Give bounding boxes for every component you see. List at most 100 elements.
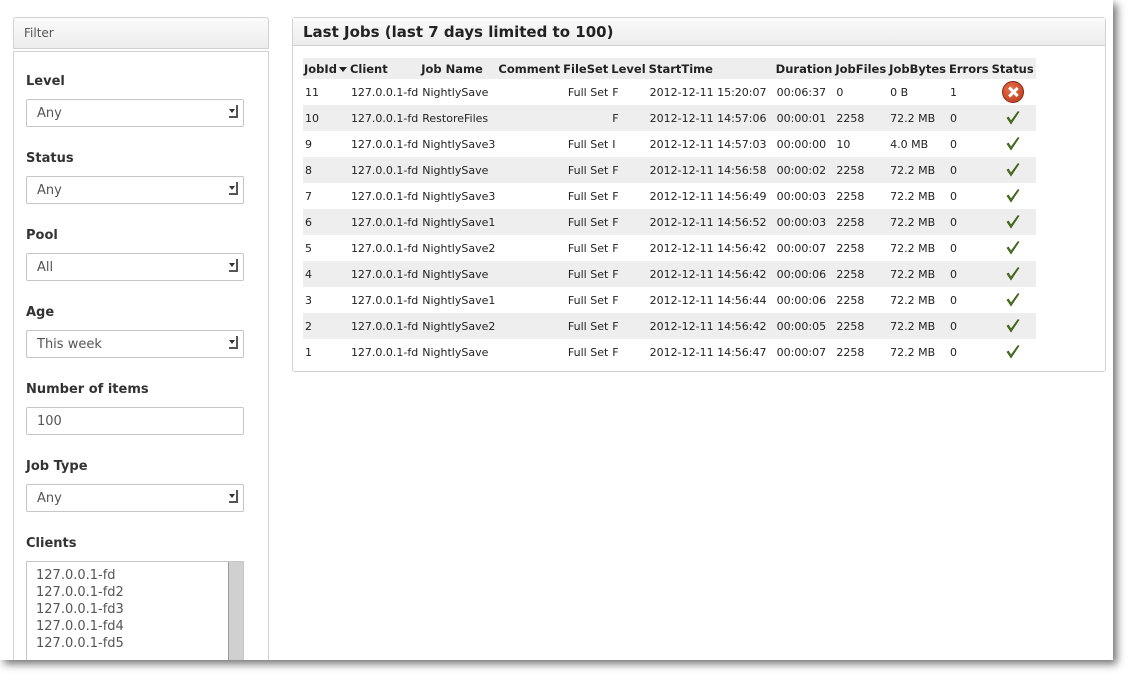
- table-row[interactable]: 5 127.0.0.1-fd NightlySave2 Full Set F 2012-1…: [303, 235, 1036, 261]
- cell-fileset: Full Set: [562, 339, 611, 365]
- col-header-client[interactable]: Client: [348, 58, 421, 79]
- table-row[interactable]: 8 127.0.0.1-fd NightlySave Full Set F 2012-12…: [303, 157, 1036, 183]
- client-option[interactable]: 127.0.0.1-fd4: [36, 618, 243, 635]
- jobtype-select[interactable]: Any: [26, 484, 244, 512]
- clients-scrollbar[interactable]: [228, 562, 243, 660]
- cell-fileset: Full Set: [562, 209, 611, 235]
- cell-comment: [497, 79, 563, 105]
- pool-select[interactable]: All: [26, 253, 244, 281]
- cell-status: [990, 131, 1036, 157]
- cell-duration: 00:00:03: [774, 183, 835, 209]
- cell-duration: 00:00:06: [774, 287, 835, 313]
- table-row[interactable]: 10 127.0.0.1-fd RestoreFiles F 2012-12-11 14…: [303, 105, 1036, 131]
- cell-jobname[interactable]: NightlySave3: [420, 183, 498, 209]
- col-header-jobname[interactable]: Job Name: [420, 58, 498, 79]
- filter-header[interactable]: Filter: [13, 17, 269, 49]
- client-option[interactable]: 127.0.0.1-fd5: [36, 635, 243, 652]
- cell-level: F: [610, 157, 648, 183]
- col-header-duration[interactable]: Duration: [774, 58, 835, 79]
- col-header-jobfiles[interactable]: JobFiles: [834, 58, 889, 79]
- cell-jobid: 1: [303, 339, 349, 365]
- cell-jobname[interactable]: NightlySave: [420, 79, 498, 105]
- cell-jobname[interactable]: NightlySave: [420, 261, 498, 287]
- cell-fileset: Full Set: [562, 287, 611, 313]
- age-value: This week: [37, 337, 102, 352]
- table-row[interactable]: 9 127.0.0.1-fd NightlySave3 Full Set I 2012-1…: [303, 131, 1036, 157]
- col-header-status[interactable]: Status: [990, 58, 1036, 79]
- status-select[interactable]: Any: [26, 176, 244, 204]
- col-header-jobid[interactable]: JobId: [303, 58, 349, 79]
- table-row[interactable]: 7 127.0.0.1-fd NightlySave3 Full Set F 2012-1…: [303, 183, 1036, 209]
- cell-fileset: Full Set: [562, 313, 611, 339]
- table-row[interactable]: 3 127.0.0.1-fd NightlySave1 Full Set F 2012-1…: [303, 287, 1036, 313]
- cell-jobfiles: 0: [834, 79, 889, 105]
- col-header-starttime[interactable]: StartTime: [647, 58, 775, 79]
- cell-jobbytes: 72.2 MB: [888, 287, 948, 313]
- success-check-icon: [1006, 163, 1020, 177]
- items-value: 100: [37, 414, 62, 429]
- cell-level: F: [610, 235, 648, 261]
- panel-header: Last Jobs (last 7 days limited to 100): [293, 18, 1105, 46]
- client-option[interactable]: 127.0.0.1-fd: [36, 567, 243, 584]
- cell-client: 127.0.0.1-fd: [348, 105, 421, 131]
- table-row[interactable]: 6 127.0.0.1-fd NightlySave1 Full Set F 2012-1…: [303, 209, 1036, 235]
- cell-jobbytes: 72.2 MB: [888, 183, 948, 209]
- level-select[interactable]: Any: [26, 99, 244, 127]
- col-header-errors[interactable]: Errors: [948, 58, 991, 79]
- clients-listbox[interactable]: 127.0.0.1-fd 127.0.0.1-fd2 127.0.0.1-fd3…: [26, 561, 244, 660]
- cell-status: [990, 79, 1036, 105]
- cell-jobname[interactable]: NightlySave1: [420, 287, 498, 313]
- client-option[interactable]: 127.0.0.1-fd3: [36, 601, 243, 618]
- cell-jobname[interactable]: RestoreFiles: [420, 105, 498, 131]
- cell-starttime: 2012-12-11 14:56:47: [647, 339, 775, 365]
- table-row[interactable]: 11 127.0.0.1-fd NightlySave Full Set F 2012-1…: [303, 79, 1036, 105]
- cell-starttime: 2012-12-11 14:56:52: [647, 209, 775, 235]
- cell-jobid: 10: [303, 105, 349, 131]
- jobtype-value: Any: [37, 491, 62, 506]
- col-header-comment[interactable]: Comment: [497, 58, 563, 79]
- cell-client: 127.0.0.1-fd: [348, 157, 421, 183]
- items-label: Number of items: [26, 382, 149, 397]
- cell-errors: 0: [948, 209, 991, 235]
- cell-starttime: 2012-12-11 14:56:44: [647, 287, 775, 313]
- filter-title: Filter: [24, 26, 54, 40]
- cell-duration: 00:00:07: [774, 339, 835, 365]
- age-select[interactable]: This week: [26, 330, 244, 358]
- cell-jobname[interactable]: NightlySave3: [420, 131, 498, 157]
- cell-starttime: 2012-12-11 14:56:58: [647, 157, 775, 183]
- sort-desc-icon: [338, 66, 347, 72]
- col-header-jobbytes[interactable]: JobBytes: [888, 58, 948, 79]
- cell-jobname[interactable]: NightlySave: [420, 339, 498, 365]
- cell-jobname[interactable]: NightlySave1: [420, 209, 498, 235]
- cell-level: F: [610, 209, 648, 235]
- cell-fileset: Full Set: [562, 261, 611, 287]
- cell-duration: 00:00:06: [774, 261, 835, 287]
- table-row[interactable]: 2 127.0.0.1-fd NightlySave2 Full Set F 2012-1…: [303, 313, 1036, 339]
- cell-jobbytes: 72.2 MB: [888, 313, 948, 339]
- cell-comment: [497, 183, 563, 209]
- items-input[interactable]: 100: [26, 407, 244, 435]
- cell-client: 127.0.0.1-fd: [348, 183, 421, 209]
- client-option[interactable]: 127.0.0.1-fd2: [36, 584, 243, 601]
- table-row[interactable]: 1 127.0.0.1-fd NightlySave Full Set F 2012-12…: [303, 339, 1036, 365]
- cell-starttime: 2012-12-11 14:56:42: [647, 313, 775, 339]
- cell-errors: 0: [948, 105, 991, 131]
- table-row[interactable]: 4 127.0.0.1-fd NightlySave Full Set F 2012-12…: [303, 261, 1036, 287]
- age-label: Age: [26, 305, 55, 320]
- cell-jobfiles: 2258: [834, 235, 889, 261]
- cell-level: F: [610, 287, 648, 313]
- cell-jobid: 8: [303, 157, 349, 183]
- col-header-level[interactable]: Level: [610, 58, 648, 79]
- status-value: Any: [37, 183, 62, 198]
- cell-errors: 0: [948, 261, 991, 287]
- col-header-fileset[interactable]: FileSet: [562, 58, 611, 79]
- cell-jobname[interactable]: NightlySave2: [420, 235, 498, 261]
- cell-errors: 0: [948, 287, 991, 313]
- cell-status: [990, 183, 1036, 209]
- cell-duration: 00:00:01: [774, 105, 835, 131]
- cell-jobname[interactable]: NightlySave: [420, 157, 498, 183]
- cell-jobname[interactable]: NightlySave2: [420, 313, 498, 339]
- cell-fileset: Full Set: [562, 157, 611, 183]
- cell-jobid: 2: [303, 313, 349, 339]
- cell-client: 127.0.0.1-fd: [348, 79, 421, 105]
